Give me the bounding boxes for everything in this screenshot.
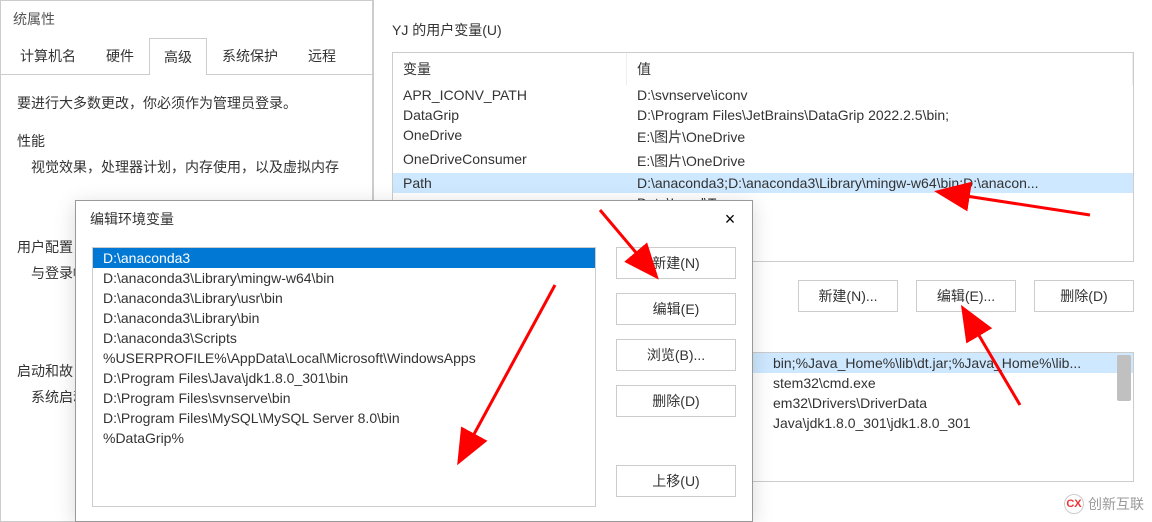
table-row[interactable]: OneDriveConsumerE:\图片\OneDrive [393,149,1133,173]
close-icon[interactable]: × [716,207,744,231]
tab-advanced[interactable]: 高级 [149,38,207,75]
performance-section-desc: 视觉效果，处理器计划，内存使用，以及虚拟内存 [31,157,356,177]
cell-value: E:\图片\OneDrive [627,149,1133,173]
tab-system-protection[interactable]: 系统保护 [207,37,293,74]
col-name[interactable]: 变量 [393,53,627,85]
cell-name: OneDrive [393,125,627,149]
table-row[interactable]: OneDriveE:\图片\OneDrive [393,125,1133,149]
list-item[interactable]: D:\Program Files\Java\jdk1.8.0_301\bin [93,368,595,388]
watermark: CX 创新互联 [1064,494,1144,514]
dialog-title: 统属性 [1,1,372,37]
list-item[interactable]: D:\Program Files\svnserve\bin [93,388,595,408]
tab-computer-name[interactable]: 计算机名 [5,37,91,74]
new-button[interactable]: 新建(N)... [798,280,898,312]
cell-name: OneDriveConsumer [393,149,627,173]
edit-env-variable-dialog: 编辑环境变量 × D:\anaconda3D:\anaconda3\Librar… [75,200,753,522]
path-new-button[interactable]: 新建(N) [616,247,736,279]
edit-env-title: 编辑环境变量 [90,209,174,229]
cell-name: DataGrip [393,105,627,125]
watermark-icon: CX [1064,494,1084,514]
path-listbox[interactable]: D:\anaconda3D:\anaconda3\Library\mingw-w… [92,247,596,507]
scrollbar-thumb[interactable] [1117,355,1131,401]
edit-env-buttons: 新建(N) 编辑(E) 浏览(B)... 删除(D) 上移(U) [616,247,736,507]
col-value[interactable]: 值 [627,53,1133,85]
list-item[interactable]: D:\Program Files\MySQL\MySQL Server 8.0\… [93,408,595,428]
cell-name: Path [393,173,627,193]
tab-hardware[interactable]: 硬件 [91,37,149,74]
delete-button[interactable]: 删除(D) [1034,280,1134,312]
list-item[interactable]: D:\anaconda3\Library\mingw-w64\bin [93,268,595,288]
path-edit-button[interactable]: 编辑(E) [616,293,736,325]
tabs-row: 计算机名 硬件 高级 系统保护 远程 [1,37,372,75]
performance-section-title: 性能 [17,131,356,151]
user-variables-label: YJ 的用户变量(U) [392,20,1134,40]
list-item[interactable]: D:\anaconda3\Library\bin [93,308,595,328]
cell-value: D:\anaconda3;D:\anaconda3\Library\mingw-… [627,173,1133,193]
list-item[interactable]: %USERPROFILE%\AppData\Local\Microsoft\Wi… [93,348,595,368]
cell-value: D:\svnserve\iconv [627,85,1133,105]
table-header: 变量 值 [393,53,1133,85]
watermark-text: 创新互联 [1088,494,1144,514]
path-moveup-button[interactable]: 上移(U) [616,465,736,497]
table-row[interactable]: APR_ICONV_PATHD:\svnserve\iconv [393,85,1133,105]
table-row[interactable]: DataGripD:\Program Files\JetBrains\DataG… [393,105,1133,125]
cell-value: E:\图片\OneDrive [627,125,1133,149]
list-item[interactable]: D:\anaconda3 [93,248,595,268]
cell-value: D:\Program Files\JetBrains\DataGrip 2022… [627,105,1133,125]
list-item[interactable]: D:\anaconda3\Scripts [93,328,595,348]
table-row[interactable]: PathD:\anaconda3;D:\anaconda3\Library\mi… [393,173,1133,193]
path-delete-button[interactable]: 删除(D) [616,385,736,417]
list-item[interactable]: %DataGrip% [93,428,595,448]
tab-remote[interactable]: 远程 [293,37,351,74]
edit-env-header: 编辑环境变量 × [76,201,752,237]
cell-name: APR_ICONV_PATH [393,85,627,105]
instruction-text: 要进行大多数更改，你必须作为管理员登录。 [17,93,356,113]
edit-button[interactable]: 编辑(E)... [916,280,1016,312]
path-browse-button[interactable]: 浏览(B)... [616,339,736,371]
edit-env-body: D:\anaconda3D:\anaconda3\Library\mingw-w… [76,237,752,517]
list-item[interactable]: D:\anaconda3\Library\usr\bin [93,288,595,308]
